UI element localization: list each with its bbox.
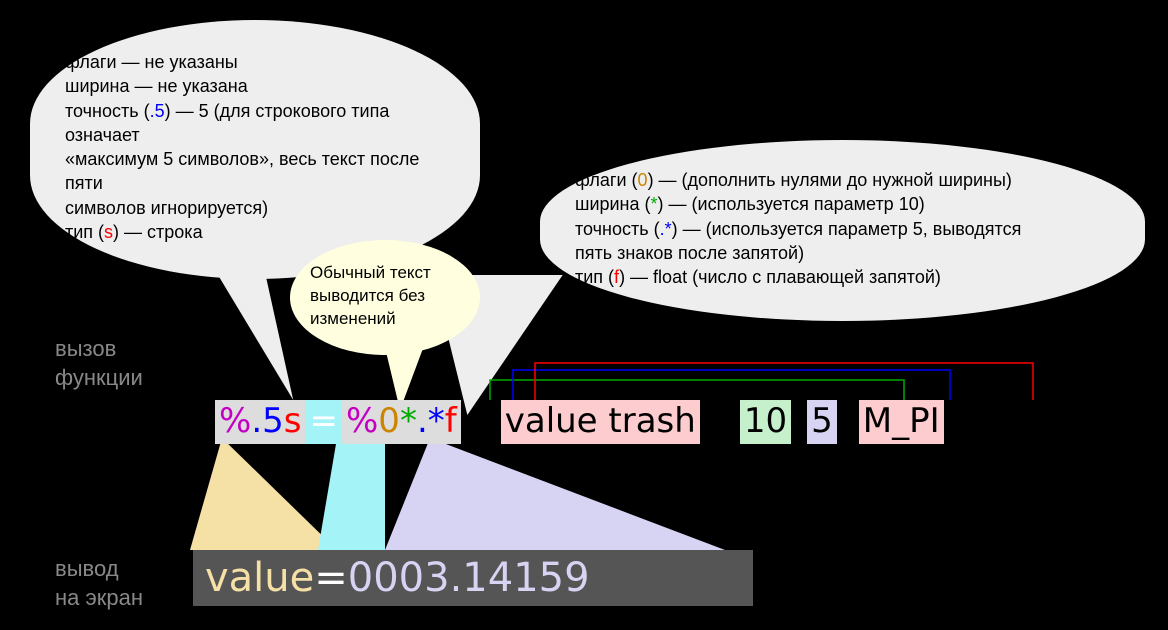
- precision-star: *: [428, 401, 445, 441]
- bubble-left: флаги — не указаны ширина — не указана т…: [30, 20, 480, 279]
- arg-m-pi: M_PI: [859, 400, 944, 444]
- text: флаги (0) — (дополнить нулями до нужной …: [575, 168, 1110, 192]
- text: вызов: [55, 336, 116, 361]
- precision-token: .*: [660, 219, 672, 239]
- text: ) — строка: [113, 222, 203, 242]
- type-s: s: [284, 401, 302, 441]
- percent-sign: %: [219, 401, 251, 441]
- precision-dot5: .5: [251, 401, 283, 441]
- bubble-mid: Обычный текст выводится без изменений: [290, 240, 480, 355]
- text: выводится без: [310, 285, 460, 308]
- text: ) — (используется параметр 10): [658, 194, 925, 214]
- format-spec-1: %.5s: [215, 400, 305, 444]
- bubble-right: флаги (0) — (дополнить нулями до нужной …: [540, 140, 1145, 321]
- text: ) — (используется параметр 5, выводятся: [672, 219, 1022, 239]
- output-eq: =: [314, 555, 348, 601]
- text: флаги (: [575, 170, 638, 190]
- text: изменений: [310, 308, 460, 331]
- output-number: 0003.14159: [348, 555, 590, 601]
- text: ) — float (число с плавающей запятой): [619, 267, 941, 287]
- text: точность (: [65, 101, 150, 121]
- literal-equals: =: [305, 400, 342, 444]
- flag-token: 0: [638, 170, 648, 190]
- width-star: *: [400, 401, 417, 441]
- projection-eq-l: [318, 438, 337, 550]
- flag-zero: 0: [378, 401, 400, 441]
- text: ширина — не указана: [65, 74, 445, 98]
- precision-dot: .: [417, 401, 428, 441]
- text: тип (: [575, 267, 614, 287]
- percent-sign: %: [346, 401, 378, 441]
- arg-5: 5: [807, 400, 837, 444]
- label-function-call: вызов функции: [55, 335, 143, 392]
- arg-value-trash: value trash: [501, 400, 700, 444]
- arg-10: 10: [740, 400, 791, 444]
- text: вывод: [55, 556, 119, 581]
- projection-value: [190, 438, 337, 550]
- text: точность (: [575, 219, 660, 239]
- text: символов игнорируется): [65, 196, 445, 220]
- eq-text: =: [309, 401, 338, 441]
- text: Обычный текст: [310, 262, 460, 285]
- text: тип (: [65, 222, 104, 242]
- width-token: *: [651, 194, 658, 214]
- text: точность (.*) — (используется параметр 5…: [575, 217, 1110, 241]
- format-spec-2: %0*.*f: [342, 400, 461, 444]
- text: на экран: [55, 585, 143, 610]
- projection-number: [385, 438, 725, 550]
- type-f: f: [445, 401, 457, 441]
- projection-eq: [337, 438, 385, 550]
- label-screen-output: вывод на экран: [55, 555, 143, 612]
- text: «максимум 5 символов», весь текст после …: [65, 147, 445, 196]
- text: функции: [55, 365, 143, 390]
- text: флаги — не указаны: [65, 50, 445, 74]
- output-value: value: [193, 555, 314, 601]
- parameter-brackets: [420, 360, 1120, 405]
- text: пять знаков после запятой): [575, 241, 1110, 265]
- text: ) — (дополнить нулями до нужной ширины): [648, 170, 1012, 190]
- text: ширина (: [575, 194, 651, 214]
- type-token: s: [104, 222, 113, 242]
- output-bar: value = 0003.14159: [193, 550, 753, 606]
- text: ширина (*) — (используется параметр 10): [575, 192, 1110, 216]
- code-row: %.5s = %0*.*f value trash 10 5 M_PI: [215, 400, 944, 444]
- text: тип (f) — float (число с плавающей запят…: [575, 265, 1110, 289]
- text: точность (.5) — 5 (для строкового типа о…: [65, 99, 445, 148]
- precision-token: .5: [150, 101, 165, 121]
